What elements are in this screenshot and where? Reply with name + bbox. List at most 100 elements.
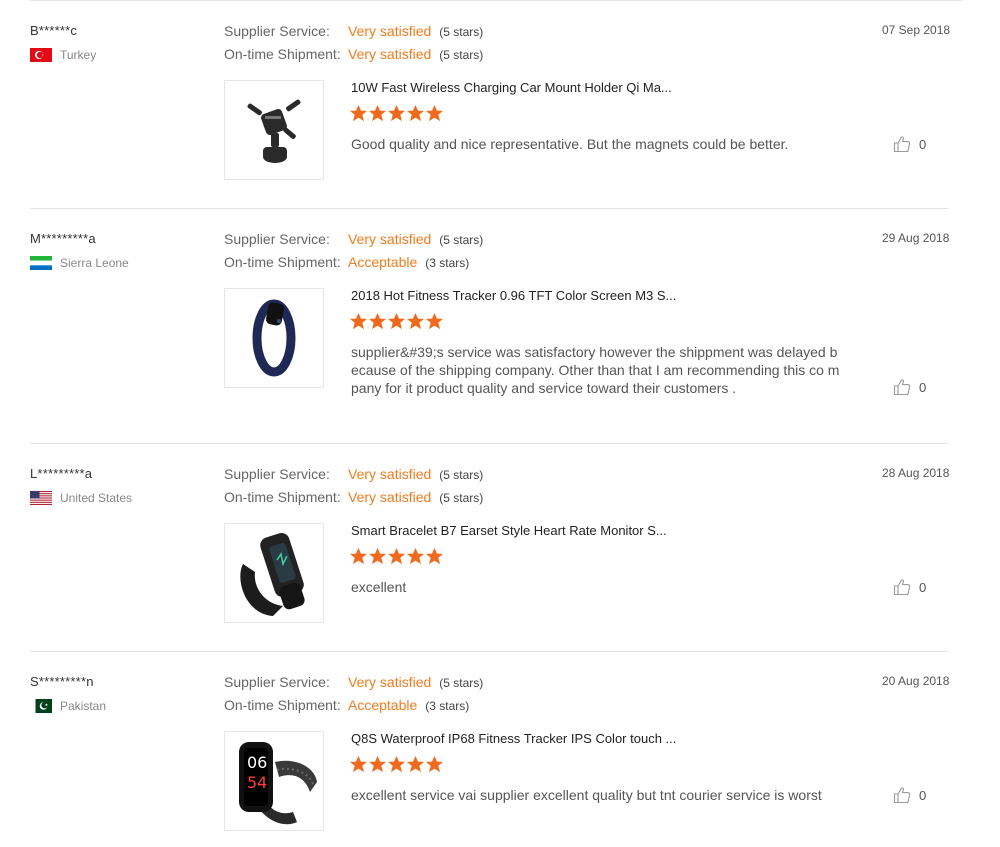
supplier-service-stars: (5 stars) <box>439 676 484 690</box>
supplier-service-label: Supplier Service: <box>224 674 330 690</box>
country-name: Sierra Leone <box>60 256 129 270</box>
supplier-service-stars: (5 stars) <box>439 25 484 39</box>
reviewer-name: M*********a <box>30 231 96 246</box>
ontime-shipment-stars: (3 stars) <box>425 256 470 270</box>
review-date: 28 Aug 2018 <box>882 466 950 480</box>
thumbs-up-icon <box>893 579 911 596</box>
ontime-shipment-value: Acceptable <box>348 254 418 270</box>
product-thumbnail[interactable]: 06 54 <box>224 731 324 831</box>
star-icon <box>387 755 406 773</box>
ontime-shipment-label: On-time Shipment: <box>224 254 341 270</box>
like-button[interactable]: 0 <box>893 786 926 804</box>
reviewer-name: S*********n <box>30 674 94 689</box>
like-count: 0 <box>919 379 927 395</box>
smart-bracelet-image <box>240 532 305 616</box>
pakistan-flag-icon <box>30 699 52 713</box>
ontime-shipment-label: On-time Shipment: <box>224 46 341 62</box>
supplier-service-value: Very satisfied <box>348 466 432 482</box>
ontime-shipment-value: Acceptable <box>348 697 418 713</box>
service-ratings: Supplier Service: Very satisfied (5 stars)… <box>224 674 483 720</box>
supplier-service-label: Supplier Service: <box>224 23 330 39</box>
tracker-screen-time: 06 <box>247 753 267 772</box>
review-date: 20 Aug 2018 <box>882 674 950 688</box>
supplier-service-stars: (5 stars) <box>439 233 484 247</box>
star-icon <box>425 755 444 773</box>
country-name: Pakistan <box>60 699 107 713</box>
tracker-screen-value: 54 <box>247 773 267 792</box>
review-text: excellent service vai supplier excellent… <box>351 787 822 803</box>
star-icon <box>349 104 368 122</box>
supplier-service-value: Very satisfied <box>348 231 432 247</box>
ontime-shipment-label: On-time Shipment: <box>224 489 341 505</box>
like-button[interactable]: 0 <box>893 378 926 396</box>
product-title[interactable]: Q8S Waterproof IP68 Fitness Tracker IPS … <box>351 731 676 746</box>
star-icon <box>406 312 425 330</box>
product-thumbnail[interactable] <box>224 80 324 180</box>
supplier-service-value: Very satisfied <box>348 23 432 39</box>
star-icon <box>349 312 368 330</box>
turkey-flag-icon <box>30 48 52 62</box>
top-divider <box>30 0 962 1</box>
star-icon <box>406 547 425 565</box>
review-divider <box>30 651 948 652</box>
product-thumbnail[interactable] <box>224 523 324 623</box>
review-divider <box>30 208 948 209</box>
product-title[interactable]: 10W Fast Wireless Charging Car Mount Hol… <box>351 80 672 95</box>
star-icon <box>368 312 387 330</box>
ontime-shipment-label: On-time Shipment: <box>224 697 341 713</box>
product-rating-stars <box>349 547 444 566</box>
review-text: Good quality and nice representative. Bu… <box>351 136 789 152</box>
star-icon <box>406 755 425 773</box>
fitness-band-image <box>252 299 296 377</box>
product-rating-stars <box>349 104 444 123</box>
product-rating-stars <box>349 755 444 774</box>
sierra-leone-flag-icon <box>30 256 52 270</box>
star-icon <box>368 755 387 773</box>
product-rating-stars <box>349 312 444 331</box>
review-divider <box>30 443 948 444</box>
like-count: 0 <box>919 136 927 152</box>
reviewer-country: Turkey <box>30 48 96 62</box>
country-name: United States <box>60 491 133 505</box>
ontime-shipment-value: Very satisfied <box>348 46 432 62</box>
star-icon <box>368 104 387 122</box>
like-button[interactable]: 0 <box>893 578 926 596</box>
country-name: Turkey <box>60 48 97 62</box>
star-icon <box>387 312 406 330</box>
service-ratings: Supplier Service: Very satisfied (5 stars)… <box>224 231 483 277</box>
star-icon <box>368 547 387 565</box>
service-ratings: Supplier Service: Very satisfied (5 stars)… <box>224 466 483 512</box>
product-title[interactable]: 2018 Hot Fitness Tracker 0.96 TFT Color … <box>351 288 676 303</box>
star-icon <box>425 312 444 330</box>
reviewer-name: B******c <box>30 23 78 38</box>
us-flag-icon <box>30 491 52 505</box>
review-text: supplier&#39;s service was satisfactory … <box>351 344 840 396</box>
like-button[interactable]: 0 <box>893 135 926 153</box>
supplier-service-label: Supplier Service: <box>224 466 330 482</box>
supplier-service-label: Supplier Service: <box>224 231 330 247</box>
supplier-service-value: Very satisfied <box>348 674 432 690</box>
ontime-shipment-value: Very satisfied <box>348 489 432 505</box>
fitness-tracker-image: 06 54 <box>239 742 317 825</box>
star-icon <box>349 755 368 773</box>
product-title[interactable]: Smart Bracelet B7 Earset Style Heart Rat… <box>351 523 667 538</box>
thumbs-up-icon <box>893 136 911 153</box>
star-icon <box>387 547 406 565</box>
product-thumbnail[interactable] <box>224 288 324 388</box>
star-icon <box>349 547 368 565</box>
like-count: 0 <box>919 579 927 595</box>
reviewer-country: Pakistan <box>30 699 106 713</box>
ontime-shipment-stars: (5 stars) <box>439 48 484 62</box>
supplier-service-stars: (5 stars) <box>439 468 484 482</box>
like-count: 0 <box>919 787 927 803</box>
reviewer-country: Sierra Leone <box>30 256 129 270</box>
review-date: 07 Sep 2018 <box>882 23 951 37</box>
ontime-shipment-stars: (3 stars) <box>425 699 470 713</box>
star-icon <box>406 104 425 122</box>
reviewer-country: United States <box>30 491 132 505</box>
ontime-shipment-stars: (5 stars) <box>439 491 484 505</box>
thumbs-up-icon <box>893 379 911 396</box>
star-icon <box>387 104 406 122</box>
review-date: 29 Aug 2018 <box>882 231 950 245</box>
service-ratings: Supplier Service: Very satisfied (5 stars)… <box>224 23 483 69</box>
